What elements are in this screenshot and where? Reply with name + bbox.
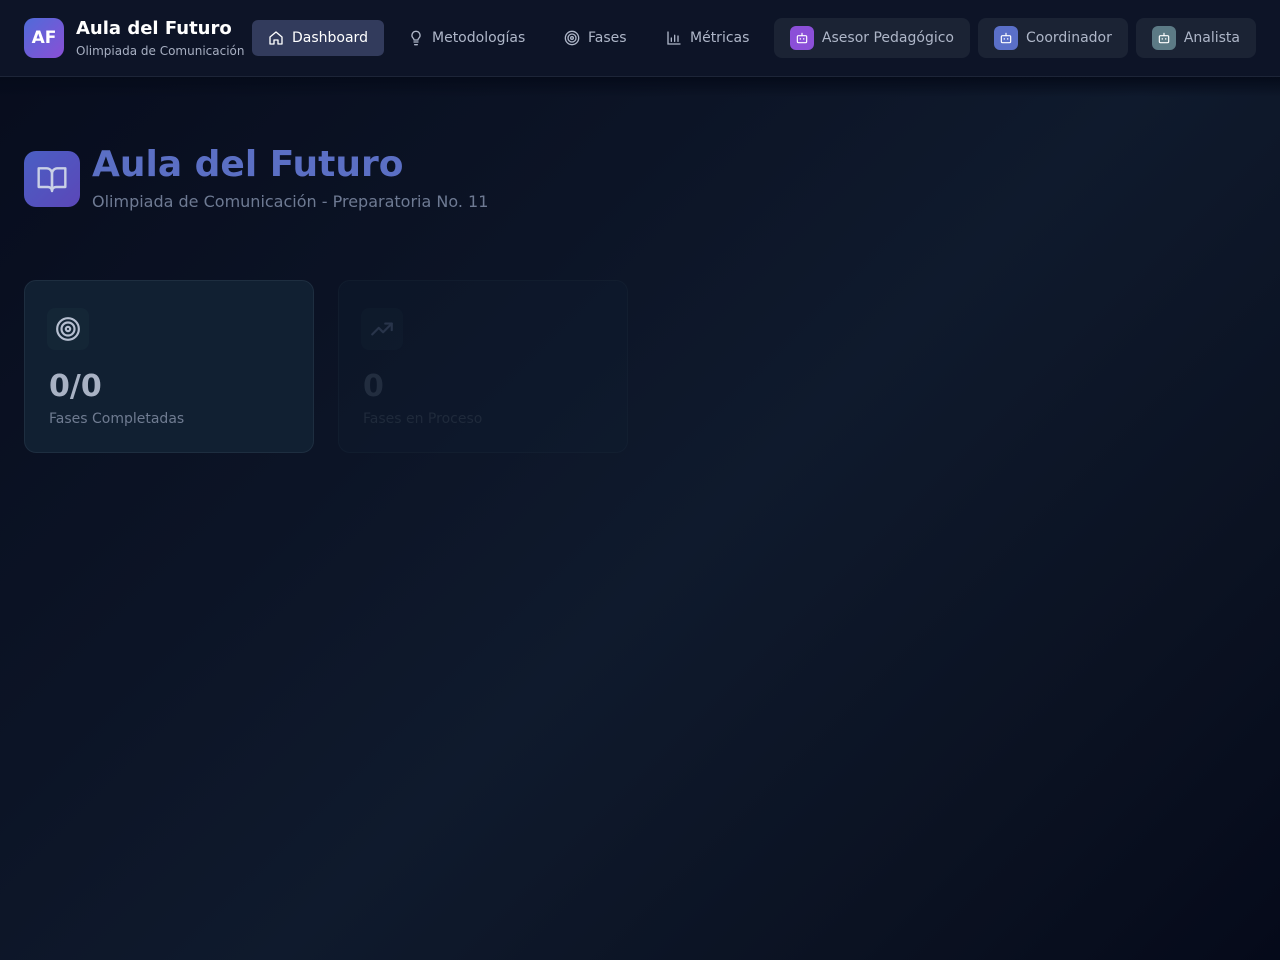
nav-item-metodologias[interactable]: Metodologías xyxy=(392,20,541,56)
nav-item-label: Métricas xyxy=(690,30,750,46)
lightbulb-icon xyxy=(411,30,421,46)
home-icon xyxy=(269,31,283,45)
stat-label: Fases Completadas xyxy=(49,411,185,427)
nav-item-dashboard[interactable]: Dashboard xyxy=(252,20,384,56)
page-title: Aula del Futuro xyxy=(92,144,404,185)
header-shadow xyxy=(0,77,1280,97)
stat-card-fases-en-proceso: 0 Fases en Proceso xyxy=(338,280,628,453)
nav-item-metricas[interactable]: Métricas xyxy=(650,20,765,56)
page-subtitle: Olimpiada de Comunicación - Preparatoria… xyxy=(92,192,489,211)
trending-up-icon xyxy=(361,308,403,350)
bot-icon xyxy=(790,26,814,50)
nav-item-fases[interactable]: Fases xyxy=(548,20,643,56)
top-navigation-bar: AF Aula del Futuro Olimpiada de Comunica… xyxy=(0,0,1280,77)
stat-value: 0 xyxy=(363,369,384,404)
bot-icon xyxy=(994,26,1018,50)
brand-subtitle: Olimpiada de Comunicación xyxy=(76,44,245,58)
nav-item-label: Metodologías xyxy=(432,30,526,46)
agent-button-coordinador[interactable]: Coordinador xyxy=(978,18,1128,58)
stat-label: Fases en Proceso xyxy=(363,411,483,427)
bar-chart-icon xyxy=(667,31,681,45)
nav-item-label: Fases xyxy=(588,30,627,46)
brand-logo[interactable]: AF xyxy=(24,18,64,58)
bot-icon xyxy=(1152,26,1176,50)
agent-button-analista[interactable]: Analista xyxy=(1136,18,1256,58)
agent-button-asesor-pedagogico[interactable]: Asesor Pedagógico xyxy=(774,18,970,58)
agent-button-label: Coordinador xyxy=(1026,30,1112,46)
stat-card-fases-completadas: 0/0 Fases Completadas xyxy=(24,280,314,453)
book-open-icon xyxy=(24,151,80,207)
target-icon xyxy=(47,308,89,350)
brand-title: Aula del Futuro xyxy=(76,18,232,39)
stat-value: 0/0 xyxy=(49,369,102,404)
agent-button-label: Analista xyxy=(1183,30,1240,46)
nav-item-label: Dashboard xyxy=(292,30,368,46)
target-icon xyxy=(564,30,580,46)
agent-button-label: Asesor Pedagógico xyxy=(821,30,954,46)
